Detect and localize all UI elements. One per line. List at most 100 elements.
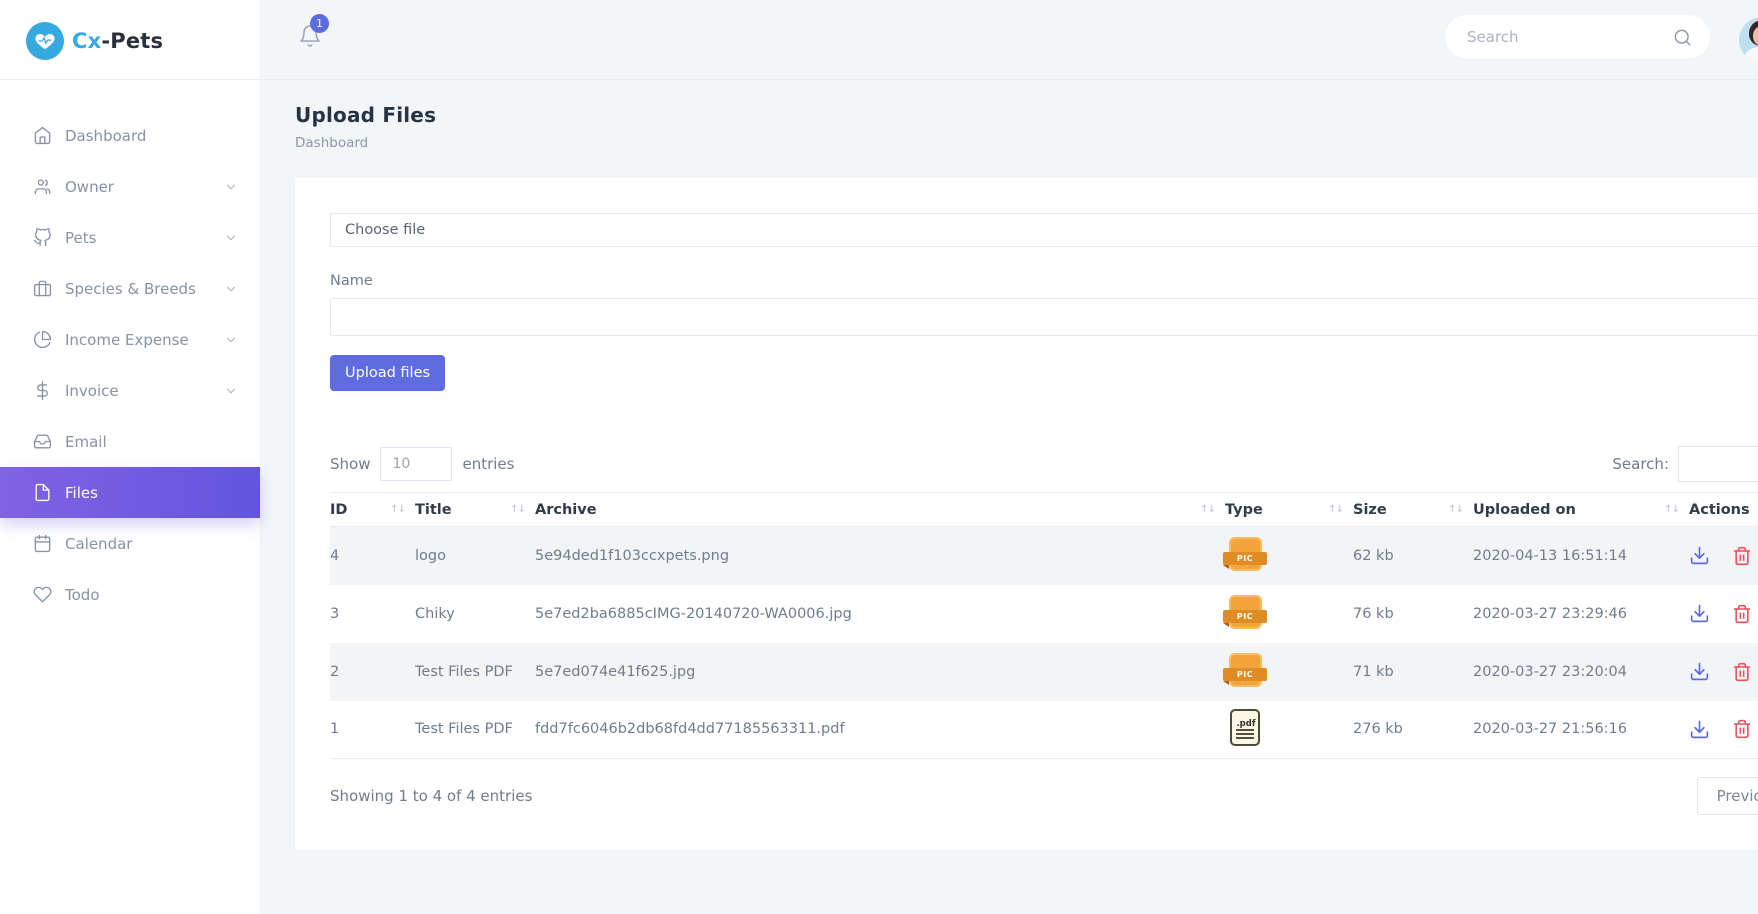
- table-row: 1 Test Files PDF fdd7fc6046b2db68fd4dd77…: [330, 700, 1758, 759]
- search-icon[interactable]: [1673, 28, 1692, 47]
- pic-file-icon: PIC: [1223, 594, 1267, 629]
- chevron-down-icon: [224, 384, 238, 398]
- cell-type: PIC: [1223, 527, 1353, 585]
- sidebar-item-owner[interactable]: Owner: [0, 161, 260, 212]
- pie-chart-icon: [33, 330, 52, 349]
- cell-uploaded-on: 2020-04-13 16:51:14: [1473, 547, 1627, 564]
- column-header-actions[interactable]: Actions↑↓: [1689, 492, 1758, 527]
- cell-title: logo: [415, 547, 446, 564]
- entries-select[interactable]: 10: [380, 447, 453, 481]
- sidebar-item-label: Email: [65, 432, 107, 451]
- pet-icon: [33, 228, 52, 247]
- sidebar-item-todo[interactable]: Todo: [0, 569, 260, 620]
- pic-file-icon: PIC: [1223, 536, 1267, 571]
- sort-icon: ↑↓: [1664, 504, 1680, 515]
- sidebar-item-calendar[interactable]: Calendar: [0, 518, 260, 569]
- cell-title: Test Files PDF: [415, 700, 535, 759]
- sidebar-item-email[interactable]: Email: [0, 416, 260, 467]
- cell-type: PIC: [1223, 585, 1353, 643]
- choose-file-input[interactable]: Choose file: [330, 213, 1758, 247]
- sidebar: Cx-Pets Dashboard Owner Pets Species & B…: [0, 0, 260, 914]
- sidebar-item-label: Income Expense: [65, 330, 189, 349]
- sidebar-item-label: Pets: [65, 228, 97, 247]
- column-header-title[interactable]: Title ↑↓: [415, 492, 535, 527]
- table-row: 2 Test Files PDF 5e7ed074e41f625.jpg PIC…: [330, 642, 1758, 701]
- cell-archive: 5e7ed074e41f625.jpg: [535, 663, 696, 680]
- table-header-row: ID ↑↓ Title ↑↓ Archive ↑↓ Type ↑↓ Size ↑↓ Upl…: [330, 492, 1758, 527]
- table-search-control: Search:: [1612, 446, 1758, 482]
- chevron-down-icon: [224, 231, 238, 245]
- cell-archive: 5e7ed2ba6885cIMG-20140720-WA0006.jpg: [535, 605, 852, 622]
- upload-files-button[interactable]: Upload files: [330, 355, 446, 391]
- sidebar-item-files[interactable]: Files: [0, 467, 260, 518]
- cell-uploaded-on: 2020-03-27 21:56:16: [1473, 700, 1689, 759]
- column-header-archive[interactable]: Archive ↑↓: [535, 492, 1225, 527]
- name-input[interactable]: [330, 298, 1758, 336]
- sidebar-nav: Dashboard Owner Pets Species & Breeds In…: [0, 110, 260, 620]
- cell-type: PIC: [1223, 643, 1353, 701]
- cell-uploaded-on: 2020-03-27 23:29:46: [1473, 605, 1627, 622]
- cell-type: .pdf: [1225, 700, 1353, 759]
- sidebar-item-label: Species & Breeds: [65, 279, 196, 298]
- calendar-icon: [33, 534, 52, 553]
- cell-id: 3: [330, 605, 340, 622]
- notifications-button[interactable]: 1: [298, 14, 332, 58]
- download-icon[interactable]: [1689, 603, 1710, 624]
- trash-icon[interactable]: [1732, 719, 1752, 739]
- download-icon[interactable]: [1689, 545, 1710, 566]
- top-bar: 1: [0, 0, 1758, 80]
- cell-id: 1: [330, 700, 415, 759]
- cell-actions: [1689, 527, 1758, 585]
- notification-badge: 1: [310, 14, 329, 33]
- cell-archive: 5e94ded1f103ccxpets.png: [535, 547, 730, 564]
- trash-icon[interactable]: [1732, 546, 1752, 566]
- chevron-down-icon: [224, 282, 238, 296]
- table-search-label: Search:: [1612, 455, 1669, 473]
- sidebar-item-invoice[interactable]: Invoice: [0, 365, 260, 416]
- files-table: ID ↑↓ Title ↑↓ Archive ↑↓ Type ↑↓ Size ↑↓ Upl…: [330, 492, 1758, 759]
- entries-label: entries: [462, 455, 515, 473]
- sidebar-item-label: Todo: [65, 585, 100, 604]
- user-avatar[interactable]: [1739, 17, 1758, 63]
- download-icon[interactable]: [1689, 719, 1710, 740]
- column-header-size[interactable]: Size ↑↓: [1353, 492, 1473, 527]
- chevron-down-icon: [224, 180, 238, 194]
- page-title: Upload Files: [295, 103, 437, 127]
- cell-archive: fdd7fc6046b2db68fd4dd77185563311.pdf: [535, 700, 1225, 759]
- download-icon[interactable]: [1689, 661, 1710, 682]
- heart-icon: [33, 585, 52, 604]
- pdf-file-icon: .pdf: [1230, 708, 1260, 746]
- table-row: 4 logo 5e94ded1f103ccxpets.png PIC 62 kb…: [330, 526, 1758, 585]
- cell-size: 76 kb: [1353, 605, 1394, 622]
- column-header-uploaded-on[interactable]: Uploaded on ↑↓: [1473, 492, 1689, 527]
- dollar-icon: [33, 381, 52, 400]
- sidebar-item-income-expense[interactable]: Income Expense: [0, 314, 260, 365]
- previous-page-button[interactable]: Previous: [1696, 777, 1758, 815]
- cell-actions: [1689, 585, 1758, 643]
- sidebar-item-label: Dashboard: [65, 126, 147, 145]
- brand-name: Cx-Pets: [72, 29, 164, 53]
- table-search-input[interactable]: [1678, 446, 1758, 482]
- cell-id: 4: [330, 547, 340, 564]
- brand-logo[interactable]: Cx-Pets: [0, 0, 260, 60]
- pic-file-icon: PIC: [1223, 652, 1267, 687]
- inbox-icon: [33, 432, 52, 451]
- table-controls: Show 10 entries Search:: [330, 446, 1758, 482]
- cell-size: 71 kb: [1353, 663, 1394, 680]
- column-header-type[interactable]: Type ↑↓: [1225, 492, 1353, 527]
- breadcrumb[interactable]: Dashboard: [295, 135, 1758, 151]
- sidebar-item-label: Calendar: [65, 534, 133, 553]
- global-search-input[interactable]: [1467, 28, 1673, 46]
- trash-icon[interactable]: [1732, 662, 1752, 682]
- chevron-down-icon: [224, 333, 238, 347]
- sidebar-item-pets[interactable]: Pets: [0, 212, 260, 263]
- main-content: Upload Files Dashboard Choose file Name …: [260, 81, 1758, 850]
- sidebar-item-species-breeds[interactable]: Species & Breeds: [0, 263, 260, 314]
- column-header-id[interactable]: ID ↑↓: [330, 492, 415, 527]
- sidebar-item-label: Owner: [65, 177, 114, 196]
- sidebar-item-dashboard[interactable]: Dashboard: [0, 110, 260, 161]
- cell-actions: [1689, 643, 1758, 701]
- briefcase-icon: [33, 279, 52, 298]
- trash-icon[interactable]: [1732, 604, 1752, 624]
- file-icon: [33, 483, 52, 502]
